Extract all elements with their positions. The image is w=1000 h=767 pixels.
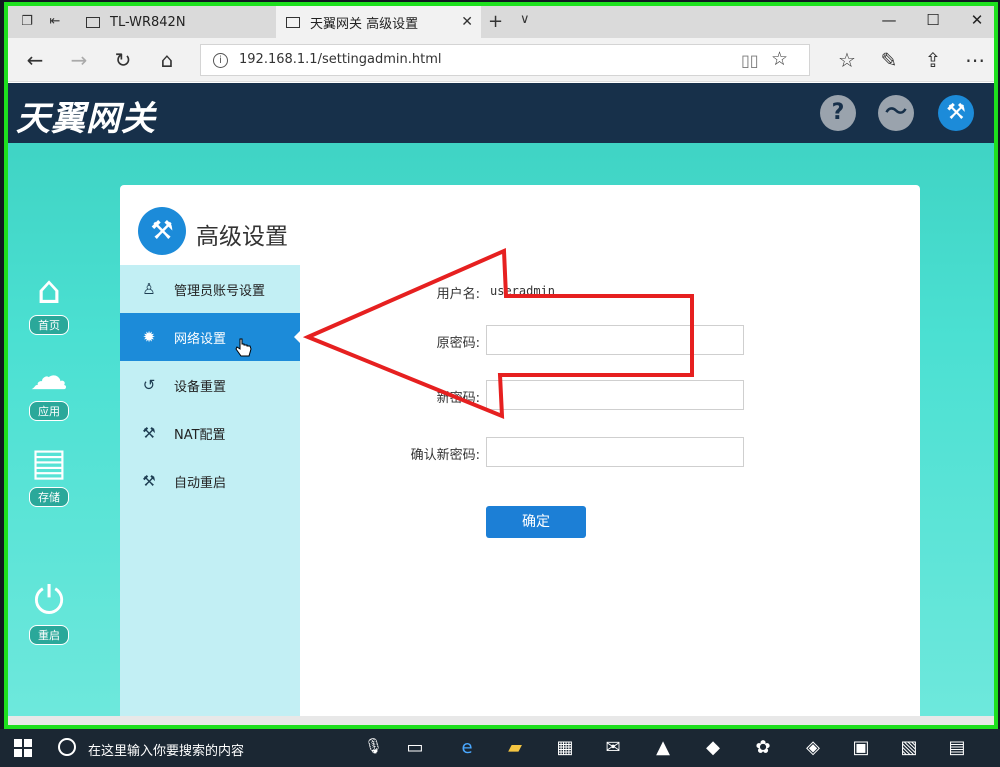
tab-title: 天翼网关 高级设置 bbox=[310, 16, 419, 32]
browser-window: ❐ ⇤ TL-WR842N 天翼网关 高级设置 ✕ + ∨ — ☐ ✕ ← → … bbox=[4, 2, 998, 729]
paint-icon[interactable]: ✿ bbox=[750, 735, 776, 761]
tab-tl-wr842n[interactable]: TL-WR842N bbox=[76, 6, 274, 38]
windows-start-icon[interactable] bbox=[14, 739, 32, 757]
minimize-button[interactable]: — bbox=[874, 11, 904, 29]
close-window-button[interactable]: ✕ bbox=[962, 11, 992, 29]
new-tab-button[interactable]: + bbox=[488, 11, 503, 32]
app-icon[interactable]: ▲ bbox=[650, 735, 676, 761]
tab-actions-icon[interactable]: ❐ bbox=[18, 13, 36, 31]
more-menu-icon[interactable]: ⋯ bbox=[962, 47, 988, 73]
app-icon[interactable]: ◈ bbox=[800, 735, 826, 761]
tab-bar: ❐ ⇤ TL-WR842N 天翼网关 高级设置 ✕ + ∨ — ☐ ✕ bbox=[8, 6, 994, 38]
url-text[interactable]: 192.168.1.1/settingadmin.html bbox=[239, 52, 442, 67]
page-icon bbox=[286, 16, 300, 28]
home-icon[interactable]: ⌂ bbox=[154, 47, 180, 73]
page-icon bbox=[86, 16, 100, 28]
tab-title: TL-WR842N bbox=[110, 14, 186, 30]
web-note-pen-icon[interactable]: ✎ bbox=[876, 47, 902, 73]
hand-cursor-icon bbox=[235, 338, 252, 357]
app-icon[interactable]: ▤ bbox=[944, 735, 970, 761]
red-arrow-shape bbox=[302, 247, 694, 420]
share-icon[interactable]: ⇪ bbox=[920, 47, 946, 73]
router-page: 天翼网关 ? 〜 ⚒ ⌂ 首页 ☁ 应用 ▤ 存储 ⏻ 重启 ⚒ 高级设置 ♙ … bbox=[8, 83, 994, 723]
mail-icon[interactable]: ✉ bbox=[600, 735, 626, 761]
tab-advanced-settings[interactable]: 天翼网关 高级设置 ✕ bbox=[276, 6, 481, 38]
cortana-icon[interactable] bbox=[58, 738, 76, 756]
app-icon[interactable]: ◆ bbox=[700, 735, 726, 761]
favorites-hub-icon[interactable]: ☆ bbox=[834, 47, 860, 73]
navigation-bar: ← → ↻ ⌂ i 192.168.1.1/settingadmin.html … bbox=[8, 38, 994, 82]
favorite-star-icon[interactable]: ☆ bbox=[771, 48, 788, 70]
tab-preview-chevron-icon[interactable]: ∨ bbox=[520, 12, 530, 27]
task-view-icon[interactable]: ▭ bbox=[402, 735, 428, 761]
address-bar[interactable]: i 192.168.1.1/settingadmin.html ▯▯ ☆ bbox=[200, 44, 810, 76]
forward-icon[interactable]: → bbox=[66, 47, 92, 73]
horizontal-scrollbar[interactable] bbox=[8, 716, 994, 725]
file-explorer-icon[interactable]: ▰ bbox=[502, 735, 528, 761]
microphone-icon[interactable]: 🎙 bbox=[364, 737, 383, 755]
maximize-button[interactable]: ☐ bbox=[918, 11, 948, 29]
taskbar-search-input[interactable]: 在这里输入你要搜索的内容 bbox=[88, 740, 244, 759]
back-icon[interactable]: ← bbox=[22, 47, 48, 73]
refresh-icon[interactable]: ↻ bbox=[110, 47, 136, 73]
edge-browser-icon[interactable]: e bbox=[454, 735, 480, 761]
tab-close-icon[interactable]: ✕ bbox=[461, 14, 473, 30]
app-icon[interactable]: ▣ bbox=[848, 735, 874, 761]
annotation-arrow bbox=[302, 247, 694, 420]
windows-taskbar: 在这里输入你要搜索的内容 🎙 ▭ e ▰ ▦ ✉ ▲ ◆ ✿ ◈ ▣ ▧ ▤ bbox=[0, 729, 1000, 767]
site-info-icon[interactable]: i bbox=[213, 53, 228, 68]
reading-view-icon[interactable]: ▯▯ bbox=[741, 51, 759, 70]
app-icon[interactable]: ▧ bbox=[896, 735, 922, 761]
store-icon[interactable]: ▦ bbox=[552, 735, 578, 761]
set-tabs-aside-icon[interactable]: ⇤ bbox=[46, 13, 64, 31]
